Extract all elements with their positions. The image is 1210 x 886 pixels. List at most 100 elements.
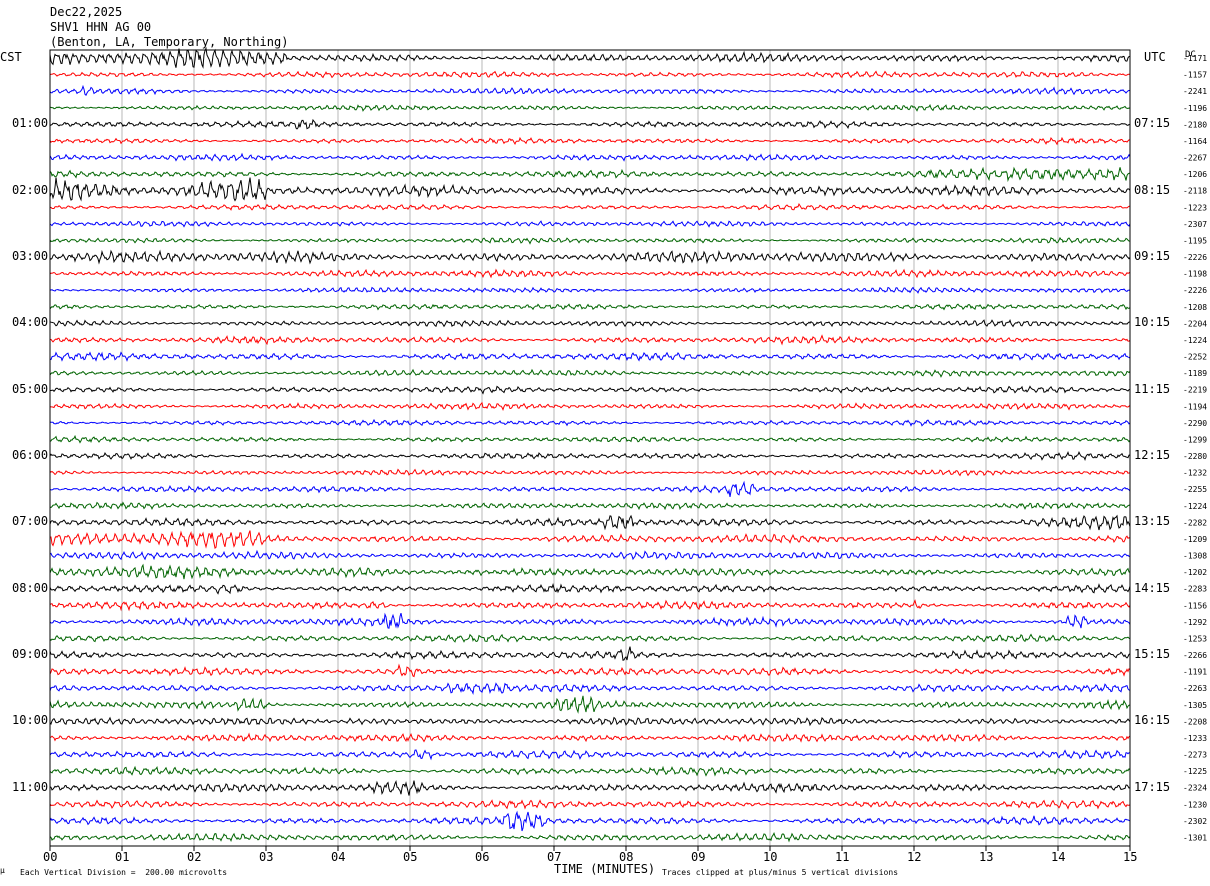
trace-row-17 xyxy=(49,334,1131,346)
x-tick-label: 03 xyxy=(259,850,274,864)
dc-offset-label: -2324 xyxy=(1183,784,1207,793)
dc-offset-label: -2283 xyxy=(1183,585,1207,594)
trace-row-11 xyxy=(49,236,1131,245)
dc-header-label: DC xyxy=(1185,50,1196,60)
trace-row-46 xyxy=(49,810,1131,832)
header-date: Dec22,2025 xyxy=(50,5,123,19)
trace-row-35 xyxy=(49,633,1131,643)
trace-row-24 xyxy=(49,451,1131,462)
dc-offset-label: -2290 xyxy=(1183,419,1207,428)
trace-row-9 xyxy=(49,203,1131,211)
trace-row-34 xyxy=(49,612,1131,629)
dc-offset-label: -2252 xyxy=(1183,353,1207,362)
trace-row-40 xyxy=(49,716,1131,727)
dc-offset-label: -1233 xyxy=(1183,734,1207,743)
dc-offset-label: -2219 xyxy=(1183,386,1207,395)
trace-row-47 xyxy=(49,832,1131,843)
trace-row-30 xyxy=(49,549,1131,561)
dc-offset-label: -1208 xyxy=(1183,303,1207,312)
x-tick-label: 13 xyxy=(979,850,994,864)
dc-offset-column: -1171-1157-2241-1196-2180-1164-2267-1206… xyxy=(1183,54,1207,842)
trace-row-27 xyxy=(49,501,1131,511)
right-timezone-label: UTC xyxy=(1144,50,1166,64)
plot-frame xyxy=(49,49,1131,847)
right-hour-label: 08:15 xyxy=(1134,182,1171,197)
trace-row-13 xyxy=(49,268,1131,279)
dc-offset-label: -2307 xyxy=(1183,220,1207,229)
trace-row-2 xyxy=(49,84,1131,96)
dc-offset-label: -1189 xyxy=(1183,369,1207,378)
dc-offset-label: -1164 xyxy=(1183,137,1207,146)
dc-offset-label: -2180 xyxy=(1183,120,1207,129)
right-hour-label: 13:15 xyxy=(1134,514,1171,529)
dc-offset-label: -1253 xyxy=(1183,634,1207,643)
trace-row-12 xyxy=(49,249,1131,265)
dc-offset-label: -1206 xyxy=(1183,170,1207,179)
left-hour-label: 05:00 xyxy=(12,381,49,396)
seismogram-plot: -1171-1157-2241-1196-2180-1164-2267-1206… xyxy=(49,46,1207,851)
trace-row-25 xyxy=(49,468,1131,477)
dc-offset-label: -2226 xyxy=(1183,286,1207,295)
trace-row-37 xyxy=(49,663,1131,678)
x-tick-label: 05 xyxy=(403,850,418,864)
x-tick-label: 06 xyxy=(475,850,490,864)
right-hour-label: 12:15 xyxy=(1134,448,1171,462)
left-hour-label: 08:00 xyxy=(12,580,49,595)
dc-offset-label: -1196 xyxy=(1183,104,1207,113)
right-hour-label: 16:15 xyxy=(1134,713,1171,728)
trace-row-1 xyxy=(49,70,1131,79)
dc-offset-label: -1224 xyxy=(1183,502,1207,511)
left-hour-label: 11:00 xyxy=(12,779,49,794)
dc-offset-label: -1202 xyxy=(1183,568,1207,577)
dc-offset-label: -2226 xyxy=(1183,253,1207,262)
left-hour-label: 07:00 xyxy=(12,514,49,529)
trace-row-21 xyxy=(49,401,1131,411)
dc-offset-label: -2241 xyxy=(1183,87,1207,96)
dc-offset-label: -1230 xyxy=(1183,800,1207,809)
left-hour-label: 02:00 xyxy=(12,182,49,197)
trace-row-19 xyxy=(49,368,1131,378)
dc-offset-label: -2273 xyxy=(1183,751,1207,760)
right-hour-label: 07:15 xyxy=(1134,116,1171,131)
dc-offset-label: -2255 xyxy=(1183,485,1207,494)
trace-row-6 xyxy=(49,152,1131,162)
x-axis-ticks xyxy=(49,846,1131,851)
dc-offset-label: -2204 xyxy=(1183,319,1207,328)
dc-offset-label: -1198 xyxy=(1183,270,1207,279)
trace-row-3 xyxy=(49,104,1131,112)
dc-offset-label: -1223 xyxy=(1183,203,1207,212)
dc-offset-label: -1305 xyxy=(1183,701,1207,710)
dc-offset-label: -1224 xyxy=(1183,336,1207,345)
trace-row-5 xyxy=(49,136,1130,146)
left-hour-label: 06:00 xyxy=(12,448,49,462)
trace-row-15 xyxy=(49,303,1131,311)
dc-offset-label: -2208 xyxy=(1183,717,1207,726)
right-hour-label: 17:15 xyxy=(1134,779,1171,794)
dc-offset-label: -2267 xyxy=(1183,154,1207,163)
trace-row-4 xyxy=(49,118,1131,130)
dc-offset-label: -2118 xyxy=(1183,187,1207,196)
left-timezone-label: CST xyxy=(0,50,22,64)
trace-row-36 xyxy=(49,646,1131,661)
dc-offset-label: -2263 xyxy=(1183,684,1207,693)
left-hour-label: 10:00 xyxy=(12,713,49,728)
trace-row-20 xyxy=(49,385,1131,395)
dc-offset-label: -1308 xyxy=(1183,552,1207,561)
dc-offset-label: -1195 xyxy=(1183,236,1207,245)
left-hour-label: 01:00 xyxy=(12,116,49,131)
x-tick-label: 15 xyxy=(1123,850,1138,864)
trace-row-33 xyxy=(49,599,1131,612)
dc-offset-label: -1292 xyxy=(1183,618,1207,627)
trace-row-28 xyxy=(49,514,1131,531)
trace-row-16 xyxy=(49,318,1131,328)
dc-offset-label: -1191 xyxy=(1183,668,1207,677)
x-tick-label: 09 xyxy=(691,850,706,864)
trace-row-38 xyxy=(49,682,1131,695)
x-axis-title: TIME (MINUTES) xyxy=(554,862,656,876)
trace-row-29 xyxy=(50,530,1131,550)
dc-offset-label: -1299 xyxy=(1183,435,1207,444)
dc-offset-label: -1225 xyxy=(1183,767,1207,776)
trace-group xyxy=(49,46,1131,843)
vertical-division-note: Each Vertical Division = 200.00 microvol… xyxy=(20,868,228,877)
dc-offset-label: -1301 xyxy=(1183,833,1207,842)
